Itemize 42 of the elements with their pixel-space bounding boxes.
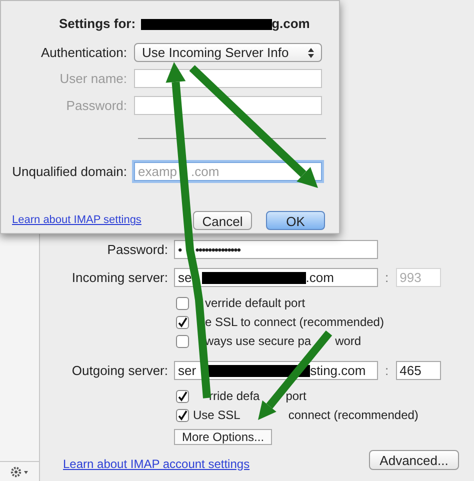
field-label: Password: (106, 240, 168, 259)
server-field[interactable]: ser sting.com (174, 361, 378, 380)
field-label: Outgoing server: (70, 362, 168, 380)
checkbox-label: verride default port (205, 295, 306, 312)
checkbox-label: ways use secure pa (205, 333, 312, 350)
checkbox-label: e SSL to connect (recommended) (205, 314, 384, 331)
checkbox[interactable] (176, 296, 189, 310)
checkbox-label: port (286, 388, 306, 405)
port-separator: : (385, 268, 389, 287)
more-options-button[interactable]: More Options... (174, 429, 272, 445)
port-field[interactable]: 465 (396, 361, 441, 380)
authentication-popup[interactable]: Use Incoming Server Info (134, 43, 322, 62)
dialog-button[interactable]: Cancel (193, 211, 252, 230)
help-link[interactable]: Learn about IMAP settings (12, 212, 142, 229)
checkbox-label: connect (recommended) (288, 407, 418, 424)
checkbox-label: rride defa (209, 388, 260, 405)
dialog-title: Settings for: (59, 15, 136, 34)
dialog-button[interactable]: OK (266, 211, 325, 230)
checkbox-label: word (335, 333, 362, 350)
field-label: Unqualified domain: (11, 162, 128, 181)
password-field[interactable]: • •••••••••••••• (174, 240, 378, 259)
dialog-title-domain: g.com (272, 15, 310, 34)
stepper-icon (308, 48, 314, 58)
server-field[interactable]: se .com (174, 268, 378, 287)
checkmark-icon (177, 410, 188, 420)
checkmark-icon (177, 390, 188, 402)
checkbox-label: Use SSL (193, 407, 240, 424)
port-separator: : (385, 362, 389, 380)
checkbox[interactable] (176, 334, 189, 348)
checkbox[interactable] (176, 390, 189, 402)
gear-icon[interactable] (10, 466, 30, 478)
field-label: Authentication: (40, 44, 128, 62)
checkmark-icon (177, 316, 188, 328)
placeholder-text: .com (191, 162, 220, 181)
help-link[interactable]: Learn about IMAP account settings (63, 454, 250, 472)
checkbox[interactable] (176, 408, 189, 422)
field-label: Incoming server: (70, 268, 168, 287)
advanced-button[interactable]: Advanced... (369, 450, 459, 470)
checkbox[interactable] (176, 316, 189, 328)
field-label: Password: (65, 96, 128, 115)
placeholder-text: examp (138, 162, 178, 181)
field-label: User name: (58, 70, 128, 88)
